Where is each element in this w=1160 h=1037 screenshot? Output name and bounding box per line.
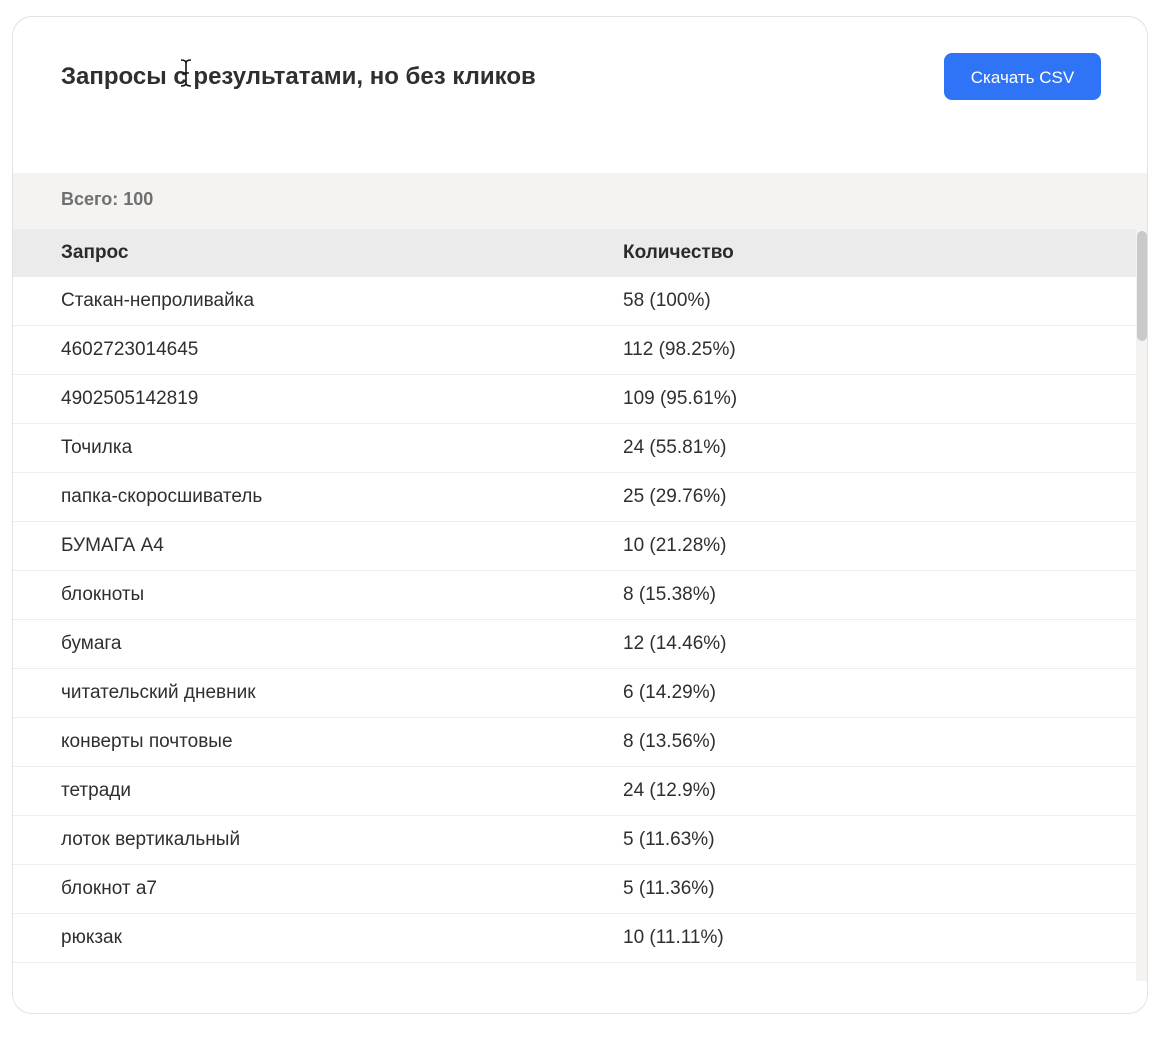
count-cell: 24 (55.81%) — [623, 437, 727, 458]
query-cell: папка-скоросшиватель — [61, 486, 263, 507]
query-cell: конверты почтовые — [61, 731, 233, 752]
query-cell: Точилка — [61, 437, 133, 458]
query-cell: 4902505142819 — [61, 388, 199, 409]
table-row: 4902505142819 109 (95.61%) — [13, 375, 1136, 424]
table-row: читательский дневник 6 (14.29%) — [13, 669, 1136, 718]
table-header: Запрос Количество — [13, 229, 1136, 277]
queries-card: Запросы с результатами, но без кликов Ск… — [12, 16, 1148, 1014]
table-row: блокнот а7 5 (11.36%) — [13, 865, 1136, 914]
table-row: рюкзак 10 (11.11%) — [13, 914, 1136, 963]
count-cell: 24 (12.9%) — [623, 780, 716, 801]
table-row: БУМАГА А4 10 (21.28%) — [13, 522, 1136, 571]
query-cell: БУМАГА А4 — [61, 535, 164, 556]
count-cell: 5 (11.63%) — [623, 829, 715, 850]
card-header: Запросы с результатами, но без кликов Ск… — [13, 17, 1147, 173]
count-cell: 10 (11.11%) — [623, 927, 724, 948]
query-cell: блокноты — [61, 584, 145, 605]
query-cell: Стакан-непроливайка — [61, 290, 255, 311]
count-cell: 25 (29.76%) — [623, 486, 727, 507]
table-row: лоток вертикальный 5 (11.63%) — [13, 816, 1136, 865]
query-cell: тетради — [61, 780, 131, 801]
count-cell: 12 (14.46%) — [623, 633, 727, 654]
table-scrollbar[interactable] — [1136, 229, 1147, 981]
queries-table[interactable]: Запрос Количество Стакан-непроливайка 58 … — [13, 229, 1136, 981]
table-row: блокноты 8 (15.38%) — [13, 571, 1136, 620]
scrollbar-thumb[interactable] — [1137, 231, 1147, 341]
count-cell: 10 (21.28%) — [623, 535, 727, 556]
table-body: Стакан-непроливайка 58 (100%) 460272301464… — [13, 277, 1136, 963]
query-cell: лоток вертикальный — [61, 829, 241, 850]
count-cell: 109 (95.61%) — [623, 388, 738, 409]
table-row: 4602723014645 112 (98.25%) — [13, 326, 1136, 375]
query-cell: рюкзак — [61, 927, 122, 948]
summary-bar: Всего: 100 — [13, 173, 1147, 229]
total-count: Всего: 100 — [61, 189, 154, 209]
query-cell: блокнот а7 — [61, 878, 157, 899]
query-cell: 4602723014645 — [61, 339, 199, 360]
count-cell: 8 (13.56%) — [623, 731, 716, 752]
table-row: конверты почтовые 8 (13.56%) — [13, 718, 1136, 767]
table-row: папка-скоросшиватель 25 (29.76%) — [13, 473, 1136, 522]
column-header-query[interactable]: Запрос — [61, 242, 128, 264]
column-header-count[interactable]: Количество — [623, 242, 734, 264]
query-cell: бумага — [61, 633, 122, 654]
table-row: Точилка 24 (55.81%) — [13, 424, 1136, 473]
count-cell: 112 (98.25%) — [623, 339, 736, 360]
table-row: тетради 24 (12.9%) — [13, 767, 1136, 816]
count-cell: 8 (15.38%) — [623, 584, 716, 605]
table-row: бумага 12 (14.46%) — [13, 620, 1136, 669]
count-cell: 5 (11.36%) — [623, 878, 715, 899]
count-cell: 6 (14.29%) — [623, 682, 716, 703]
download-csv-button[interactable]: Скачать CSV — [944, 53, 1101, 100]
count-cell: 58 (100%) — [623, 290, 711, 311]
page-title: Запросы с результатами, но без кликов — [61, 63, 536, 90]
text-cursor-icon — [180, 59, 192, 87]
query-cell: читательский дневник — [61, 682, 256, 703]
table-row: Стакан-непроливайка 58 (100%) — [13, 277, 1136, 326]
